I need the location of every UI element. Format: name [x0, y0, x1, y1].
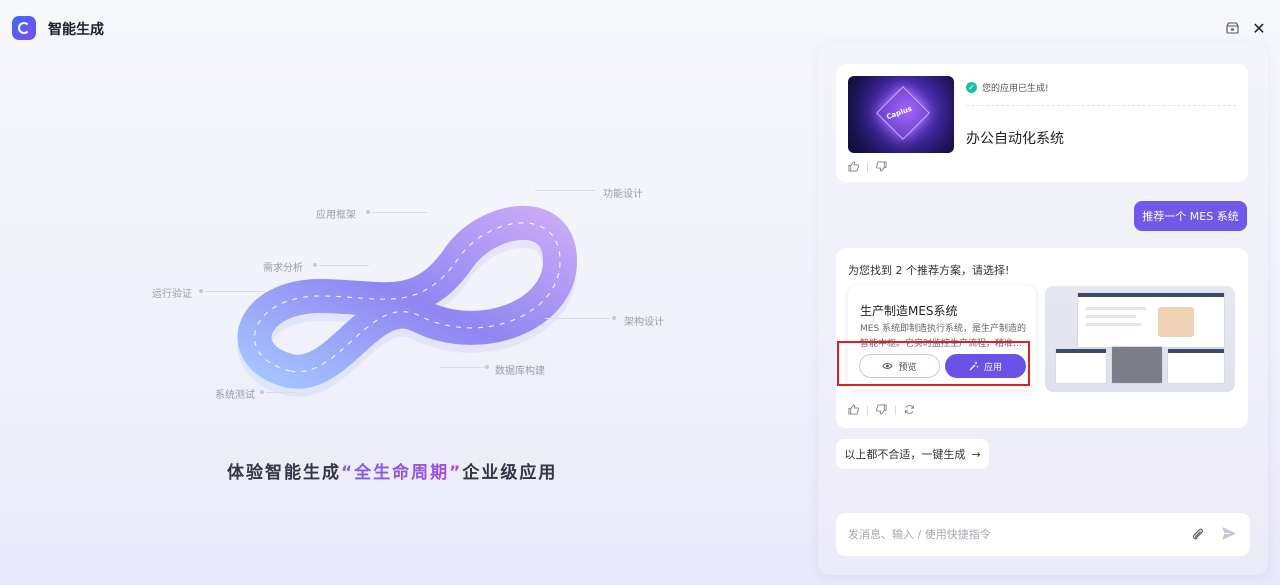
- generation-status: ✓ 您的应用已生成!: [966, 81, 1049, 94]
- thumbs-down-icon[interactable]: [876, 404, 887, 417]
- message-input[interactable]: [848, 525, 1178, 544]
- hero-title-highlight: “全生命周期”: [341, 463, 463, 483]
- paperclip-icon[interactable]: [1191, 526, 1204, 545]
- app-logo-icon: [12, 16, 36, 40]
- hero-title-suffix: 企业级应用: [462, 463, 558, 483]
- thumbs-up-icon[interactable]: [848, 404, 859, 417]
- status-text: 您的应用已生成!: [982, 84, 1049, 94]
- refresh-icon[interactable]: [904, 404, 915, 417]
- stage-label-function-design: 功能设计: [603, 189, 643, 200]
- thumbs-down-icon[interactable]: [876, 161, 887, 174]
- recommendation-intro: 为您找到 2 个推荐方案，请选择!: [848, 264, 1010, 277]
- app-card-feedback: [848, 161, 887, 174]
- stage-label-database-build: 数据库构建: [495, 366, 545, 377]
- solution-card[interactable]: 生产制造MES系统 MES 系统即制造执行系统，是生产制造的智能中枢。它实时监控…: [848, 286, 1036, 390]
- app-thumbnail[interactable]: Caplus: [848, 76, 954, 153]
- solution-preview-image[interactable]: [1045, 286, 1235, 392]
- generated-app-name: 办公自动化系统: [966, 131, 1064, 147]
- stage-label-app-framework: 应用框架: [316, 210, 356, 221]
- preview-button-label: 预览: [898, 361, 917, 372]
- recommendation-feedback: [848, 404, 915, 417]
- stage-label-requirement-analysis: 需求分析: [263, 263, 303, 274]
- solution-name: 生产制造MES系统: [860, 304, 958, 318]
- hero-section: 功能设计 应用框架 需求分析 运行验证 架构设计 数据库构建 系统测试 体验智能…: [0, 56, 815, 585]
- send-icon[interactable]: [1221, 526, 1237, 545]
- hero-title-prefix: 体验智能生成: [227, 463, 341, 483]
- apply-button-label: 应用: [983, 361, 1002, 372]
- one-click-generate-button[interactable]: 以上都不合适，一键生成 →: [836, 439, 989, 469]
- generated-app-card: Caplus ✓ 您的应用已生成! 办公自动化系统: [836, 64, 1248, 182]
- hero-title: 体验智能生成“全生命周期”企业级应用: [227, 458, 557, 483]
- infinity-loop-illustration: [237, 205, 578, 397]
- stage-label-system-test: 系统测试: [215, 390, 255, 401]
- check-circle-icon: ✓: [966, 82, 977, 93]
- chat-panel: Caplus ✓ 您的应用已生成! 办公自动化系统 推荐一个 MES 系统 为您…: [818, 43, 1268, 575]
- arrow-right-icon: →: [971, 447, 981, 461]
- close-icon[interactable]: ✕: [1250, 19, 1268, 38]
- divider: [966, 105, 1236, 106]
- apply-button[interactable]: 应用: [945, 354, 1026, 378]
- thumbs-up-icon[interactable]: [848, 161, 859, 174]
- stage-label-architecture-design: 架构设计: [624, 317, 664, 328]
- preview-button[interactable]: 预览: [859, 354, 940, 378]
- solution-description: MES 系统即制造执行系统，是生产制造的智能中枢。它实时监控生产流程，精准…: [860, 324, 1027, 349]
- message-input-box: [836, 513, 1250, 556]
- generate-button-label: 以上都不合适，一键生成: [844, 448, 966, 461]
- magic-wand-icon: [969, 362, 979, 371]
- eye-icon: [882, 363, 894, 369]
- stage-label-run-verification: 运行验证: [152, 289, 192, 300]
- recommendation-card: 为您找到 2 个推荐方案，请选择! 生产制造MES系统 MES 系统即制造执行系…: [836, 248, 1248, 428]
- app-title: 智能生成: [48, 22, 104, 38]
- store-icon[interactable]: [1223, 19, 1241, 37]
- user-message-bubble: 推荐一个 MES 系统: [1134, 201, 1247, 231]
